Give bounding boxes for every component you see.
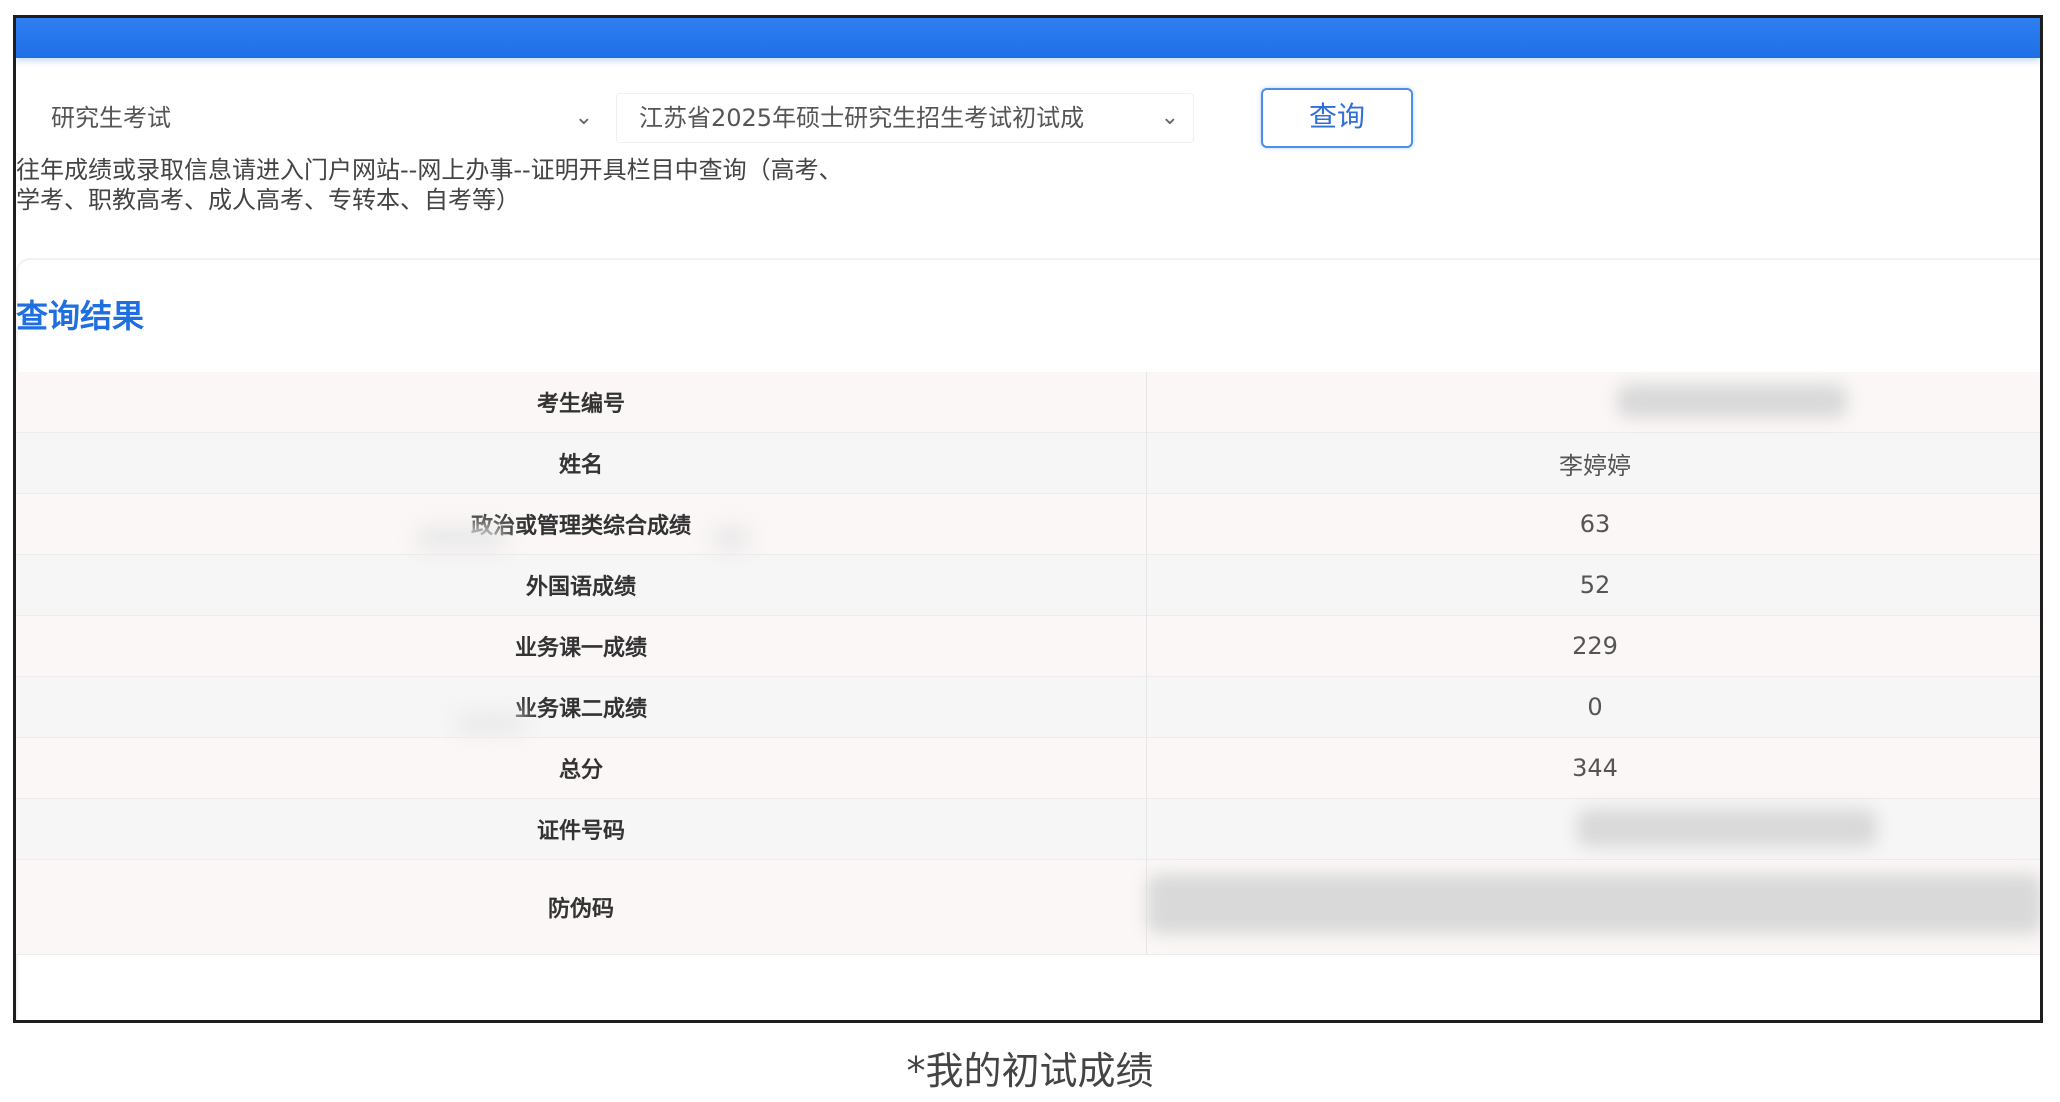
row-value: 0 bbox=[1146, 677, 2040, 737]
row-label: 业务课二成绩 bbox=[514, 697, 647, 722]
exam-name-select[interactable]: 江苏省2025年硕士研究生招生考试初试成 ⌄ bbox=[616, 93, 1194, 143]
row-value: 52 bbox=[1146, 555, 2040, 615]
notice-text: 往年成绩或录取信息请进入门户网站--网上办事--证明开具栏目中查询（高考、 学考… bbox=[16, 155, 1016, 215]
exam-type-value: 研究生考试 bbox=[51, 104, 171, 132]
row-label: 外国语成绩 bbox=[525, 575, 636, 600]
row-label: 考生编号 bbox=[536, 392, 625, 417]
row-label: 防伪码 bbox=[547, 897, 614, 922]
row-value: 李婷婷 bbox=[1146, 433, 2040, 493]
row-value: 229 bbox=[1146, 616, 2040, 676]
row-value: 63 bbox=[1146, 494, 2040, 554]
result-title: 查询结果 bbox=[16, 297, 145, 335]
blur-artifact bbox=[456, 713, 526, 733]
table-row: 防伪码 bbox=[16, 860, 2040, 955]
top-banner bbox=[16, 18, 2040, 58]
blur-artifact bbox=[711, 526, 751, 550]
row-label: 姓名 bbox=[558, 453, 603, 478]
table-row: 姓名 李婷婷 bbox=[16, 433, 2040, 494]
table-row: 证件号码 bbox=[16, 799, 2040, 860]
table-row: 考生编号 bbox=[16, 372, 2040, 433]
redaction-blur bbox=[1147, 874, 2040, 934]
table-row: 外国语成绩 52 bbox=[16, 555, 2040, 616]
row-label: 业务课一成绩 bbox=[514, 636, 647, 661]
notice-line-2: 学考、职教高考、成人高考、专转本、自考等） bbox=[16, 186, 520, 214]
blur-artifact bbox=[416, 526, 506, 550]
chevron-down-icon: ⌄ bbox=[574, 105, 593, 130]
table-row: 总分 344 bbox=[16, 738, 2040, 799]
row-value bbox=[1146, 860, 2040, 954]
row-value bbox=[1146, 799, 2040, 859]
result-table: 考生编号 姓名 李婷婷 政治或管理类综合成绩 63 外国语成绩 52 业务课一成… bbox=[16, 372, 2040, 955]
notice-line-1: 往年成绩或录取信息请进入门户网站--网上办事--证明开具栏目中查询（高考、 bbox=[16, 156, 843, 184]
row-value: 344 bbox=[1146, 738, 2040, 798]
exam-type-select[interactable]: 研究生考试 ⌄ bbox=[28, 93, 608, 143]
image-caption: *我的初试成绩 bbox=[906, 1049, 1154, 1093]
row-label: 证件号码 bbox=[536, 819, 625, 844]
row-label: 总分 bbox=[558, 758, 603, 783]
redaction-blur bbox=[1577, 809, 1877, 847]
redaction-blur bbox=[1617, 384, 1847, 418]
row-value bbox=[1146, 372, 2040, 432]
chevron-down-icon: ⌄ bbox=[1160, 105, 1179, 130]
table-row: 业务课二成绩 0 bbox=[16, 677, 2040, 738]
table-row: 业务课一成绩 229 bbox=[16, 616, 2040, 677]
browser-frame: 研究生考试 ⌄ 江苏省2025年硕士研究生招生考试初试成 ⌄ 查询 往年成绩或录… bbox=[13, 15, 2043, 1023]
query-button[interactable]: 查询 bbox=[1261, 88, 1413, 148]
exam-name-value: 江苏省2025年硕士研究生招生考试初试成 bbox=[639, 104, 1085, 132]
table-row: 政治或管理类综合成绩 63 bbox=[16, 494, 2040, 555]
row-label: 政治或管理类综合成绩 bbox=[470, 514, 691, 539]
